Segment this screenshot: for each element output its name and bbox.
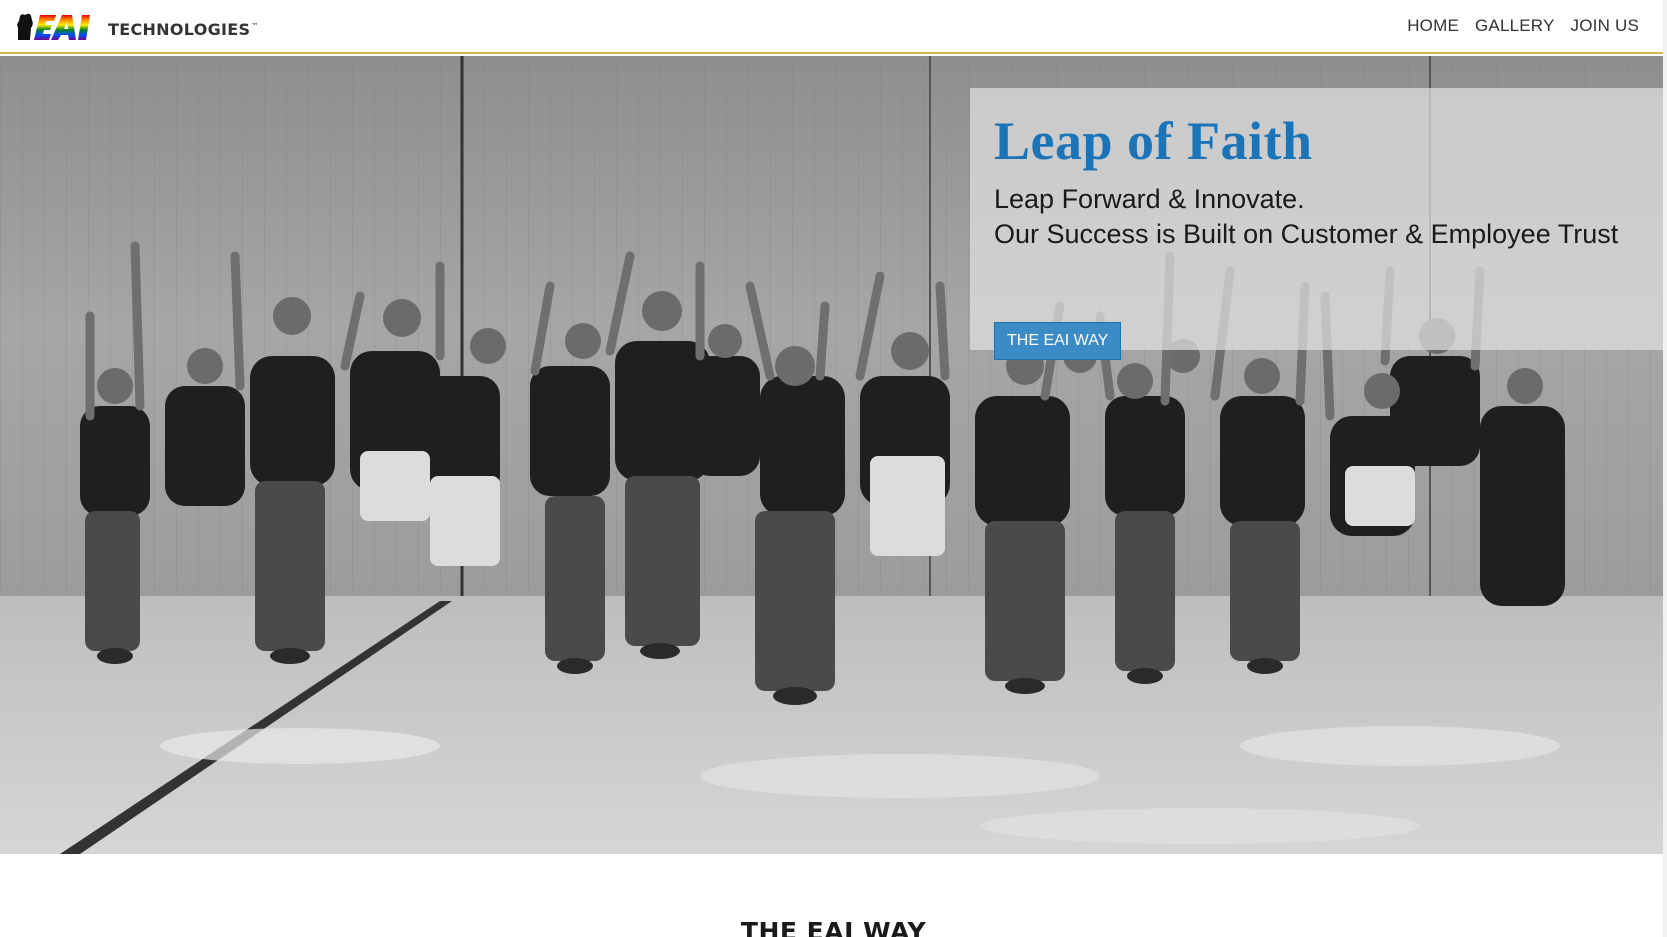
hero-tagline-2: Our Success is Built on Customer & Emplo… [994, 219, 1619, 249]
nav-home-link[interactable]: HOME [1407, 16, 1459, 36]
logo-wordmark: TECHNOLOGIES™ [108, 19, 259, 39]
nav-join-us-link[interactable]: JOIN US [1571, 16, 1639, 36]
section-heading: THE EAI WAY [740, 917, 927, 937]
company-logo[interactable]: TECHNOLOGIES™ [14, 10, 259, 44]
page-scrollbar[interactable] [1663, 0, 1667, 937]
hero-title: Leap of Faith [994, 111, 1313, 171]
hero-banner: Leap of Faith Leap Forward & Innovate. O… [0, 56, 1663, 854]
eai-way-button[interactable]: THE EAI WAY [994, 322, 1122, 360]
nav-gallery-link[interactable]: GALLERY [1475, 16, 1555, 36]
hero-tagline-1: Leap Forward & Innovate. [994, 184, 1305, 214]
hero-caption-panel: Leap of Faith Leap Forward & Innovate. O… [970, 88, 1663, 360]
trademark-symbol: ™ [251, 22, 259, 31]
main-nav: HOME GALLERY JOIN US [1407, 16, 1639, 36]
site-header: TECHNOLOGIES™ HOME GALLERY JOIN US [0, 0, 1667, 54]
eai-rainbow-logo-icon [17, 13, 90, 40]
